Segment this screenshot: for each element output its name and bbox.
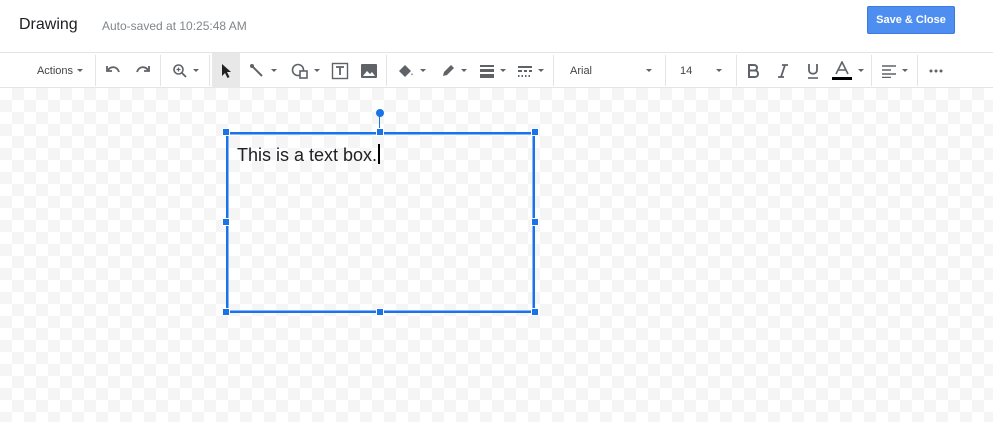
image-button[interactable] <box>357 53 381 88</box>
save-and-close-button[interactable]: Save & Close <box>867 6 955 34</box>
autosave-status: Auto-saved at 10:25:48 AM <box>102 19 247 33</box>
resize-handle-bottom-left[interactable] <box>222 308 230 316</box>
chevron-down-icon <box>537 69 544 72</box>
toolbar-divider <box>386 55 387 86</box>
toolbar-divider <box>209 55 210 86</box>
font-size-select[interactable]: 14 <box>670 53 732 88</box>
font-family-select[interactable]: Arial <box>560 53 662 88</box>
chevron-down-icon <box>901 69 908 72</box>
chevron-down-icon <box>271 69 277 72</box>
rotation-handle[interactable] <box>376 109 384 117</box>
font-family-value: Arial <box>570 64 593 77</box>
chevron-down-icon <box>77 69 84 72</box>
line-weight-icon <box>479 64 494 78</box>
undo-button[interactable] <box>101 53 125 88</box>
toolbar-divider <box>95 55 96 86</box>
text-color-icon <box>831 60 852 80</box>
chevron-down-icon <box>313 69 320 72</box>
text-color-button[interactable] <box>828 53 866 88</box>
redo-button[interactable] <box>131 53 155 88</box>
chevron-down-icon <box>419 69 426 72</box>
chevron-down-icon <box>857 69 864 72</box>
align-button[interactable] <box>876 53 912 88</box>
resize-handle-bottom-right[interactable] <box>531 308 539 316</box>
undo-icon <box>106 65 120 72</box>
resize-handle-left[interactable] <box>222 218 230 226</box>
underline-icon <box>808 63 818 79</box>
toolbar-divider <box>553 55 554 86</box>
font-size-value: 14 <box>680 64 693 77</box>
chevron-down-icon <box>716 69 722 72</box>
toolbar-divider <box>917 55 918 86</box>
border-weight-button[interactable] <box>474 53 510 88</box>
resize-handle-top-left[interactable] <box>222 128 230 136</box>
line-icon <box>250 63 263 77</box>
bold-icon <box>748 63 759 78</box>
image-icon <box>361 63 377 78</box>
italic-icon <box>778 63 788 78</box>
actions-menu[interactable]: Actions <box>28 53 92 88</box>
pencil-icon <box>442 64 454 76</box>
line-tool-button[interactable] <box>244 53 282 88</box>
cursor-arrow-icon <box>222 63 231 78</box>
zoom-in-icon <box>172 63 187 78</box>
resize-handle-top[interactable] <box>376 128 384 136</box>
toolbar-divider <box>736 55 737 86</box>
border-dash-button[interactable] <box>512 53 548 88</box>
text-box-button[interactable] <box>328 53 352 88</box>
chevron-down-icon <box>192 69 199 72</box>
actions-label: Actions <box>36 64 74 77</box>
shape-tool-button[interactable] <box>286 53 324 88</box>
resize-handle-right[interactable] <box>531 218 539 226</box>
bold-button[interactable] <box>741 53 765 88</box>
border-color-button[interactable] <box>434 53 472 88</box>
chevron-down-icon <box>499 69 506 72</box>
shape-icon <box>291 63 308 79</box>
document-title[interactable]: Drawing <box>19 16 78 34</box>
toolbar-divider <box>871 55 872 86</box>
text-box[interactable]: This is a text box. <box>226 132 535 313</box>
underline-button[interactable] <box>801 53 825 88</box>
zoom-button[interactable] <box>166 53 204 88</box>
italic-button[interactable] <box>771 53 795 88</box>
chevron-down-icon <box>646 69 652 72</box>
drawing-canvas[interactable]: This is a text box. <box>0 88 993 422</box>
resize-handle-top-right[interactable] <box>531 128 539 136</box>
toolbar: Actions Arial 14 <box>0 52 993 88</box>
fill-color-button[interactable] <box>392 53 430 88</box>
text-box-text: This is a text box. <box>237 145 378 165</box>
more-options-button[interactable] <box>924 53 948 88</box>
line-dash-icon <box>517 65 532 77</box>
align-left-icon <box>881 64 896 78</box>
resize-handle-bottom[interactable] <box>376 308 384 316</box>
more-horizontal-icon <box>929 69 943 72</box>
header: Drawing Auto-saved at 10:25:48 AM Save &… <box>0 0 993 52</box>
chevron-down-icon <box>460 69 467 72</box>
paint-bucket-icon <box>398 64 413 77</box>
toolbar-divider <box>665 55 666 86</box>
toolbar-divider <box>160 55 161 86</box>
text-box-content[interactable]: This is a text box. <box>237 144 381 166</box>
text-box-icon <box>331 62 349 79</box>
select-tool-button[interactable] <box>212 53 240 88</box>
redo-icon <box>136 65 150 72</box>
text-cursor <box>378 144 381 164</box>
